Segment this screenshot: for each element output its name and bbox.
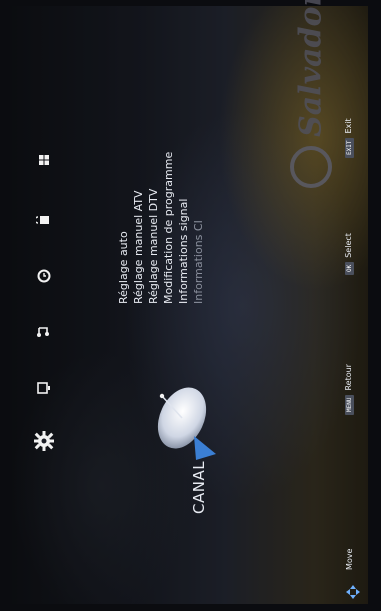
brand-logo: Salvador	[290, 0, 332, 188]
brand-logo-icon	[290, 146, 332, 188]
menu-item-informations-signal[interactable]: Informations signal	[177, 199, 190, 304]
retour-hint: MENU Retour	[344, 364, 354, 415]
page-title: CANAL	[190, 460, 208, 514]
menu-item-reglage-manuel-dtv[interactable]: Réglage manuel DTV	[147, 189, 160, 304]
exit-key: EXIT	[345, 137, 354, 158]
gear-icon[interactable]	[33, 430, 54, 451]
brand-name: Salvador	[293, 0, 329, 137]
select-hint: OK Select	[344, 233, 354, 275]
sound-icon[interactable]	[36, 324, 54, 342]
select-label: Select	[344, 233, 353, 258]
menu-item-modification-programme[interactable]: Modification de programme	[162, 152, 175, 304]
lock-icon[interactable]	[34, 212, 54, 230]
time-icon[interactable]	[36, 268, 54, 286]
menu-key: MENU	[345, 394, 354, 415]
satellite-dish-icon	[150, 376, 222, 472]
menu-item-reglage-auto[interactable]: Réglage auto	[117, 231, 130, 304]
exit-label: Exit	[344, 118, 353, 134]
menu-item-reglage-manuel-atv[interactable]: Réglage manuel ATV	[132, 190, 145, 304]
setup-icon[interactable]	[36, 152, 54, 170]
retour-label: Retour	[344, 364, 353, 391]
move-arrows-icon	[346, 585, 360, 599]
move-label: Move	[345, 548, 354, 570]
ok-key: OK	[345, 261, 354, 275]
menu-item-informations-ci: Informations CI	[192, 220, 205, 304]
exit-hint: EXIT Exit	[344, 118, 354, 158]
picture-icon[interactable]	[36, 380, 54, 398]
